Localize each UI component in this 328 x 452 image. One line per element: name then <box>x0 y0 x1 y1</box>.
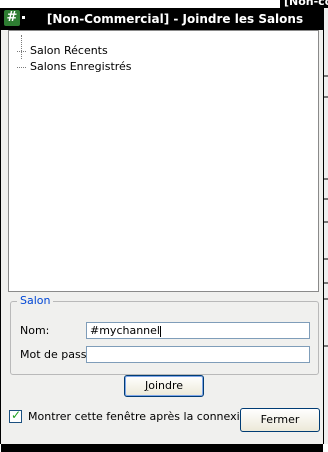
dialog-title: [Non-Commercial] - Joindre les Salons <box>46 12 304 26</box>
tree-item-label: Salons Enregistrés <box>30 60 132 73</box>
salon-group-legend: Salon <box>17 294 54 307</box>
show-after-connect-checkbox[interactable]: ✓ <box>9 408 22 423</box>
screen-bottom-edge <box>1 444 323 452</box>
password-input[interactable] <box>86 346 310 363</box>
background-window-title: [Non-co <box>284 0 328 8</box>
channel-name-value: #mychannel <box>90 324 160 337</box>
background-window-titlebar: [Non-co <box>280 0 328 8</box>
channel-tree[interactable]: Salon Récents Salons Enregistrés <box>8 30 319 292</box>
channel-name-input[interactable]: #mychannel <box>86 322 310 339</box>
name-label: Nom: <box>20 324 50 337</box>
tree-branch <box>17 51 26 52</box>
salon-groupbox: Salon Nom: #mychannel Mot de pass: <box>10 294 319 375</box>
tree-connector <box>21 35 22 59</box>
text-caret <box>159 325 161 337</box>
password-label: Mot de pass: <box>20 348 91 361</box>
join-channels-dialog: # [Non-Commercial] - Joindre les Salons … <box>0 8 324 452</box>
join-button[interactable]: Joindre <box>124 375 204 397</box>
tree-branch <box>17 67 26 68</box>
tree-item-label: Salon Récents <box>30 44 108 57</box>
dialog-titlebar[interactable]: # [Non-Commercial] - Joindre les Salons <box>1 8 323 30</box>
show-after-connect-label[interactable]: Montrer cette fenêtre après la connexion <box>28 410 253 423</box>
checkmark-icon: ✓ <box>11 408 22 422</box>
close-button[interactable]: Fermer <box>240 408 320 432</box>
join-label: oindre <box>148 379 184 392</box>
